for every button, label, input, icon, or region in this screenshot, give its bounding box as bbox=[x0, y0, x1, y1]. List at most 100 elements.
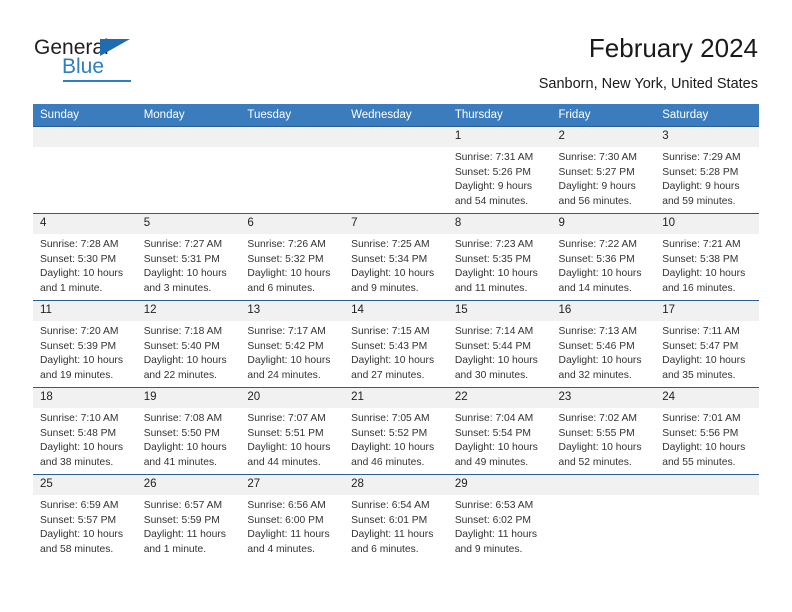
calendar-week-row: 1 Sunrise: 7:31 AM Sunset: 5:26 PM Daylight… bbox=[33, 126, 759, 214]
calendar-day-cell[interactable]: 21 Sunrise: 7:05 AM Sunset: 5:52 PM Dayligh… bbox=[344, 387, 448, 475]
sunrise-time: Sunrise: 7:13 AM bbox=[558, 326, 637, 337]
calendar-empty-cell bbox=[551, 474, 656, 561]
sunset-time: Sunset: 5:34 PM bbox=[351, 253, 428, 265]
daylight-duration: Daylight: 10 hours and 52 minutes. bbox=[558, 442, 642, 468]
day-details: Sunrise: 7:02 AM Sunset: 5:55 PM Daylight:… bbox=[552, 408, 656, 470]
day-number: 14 bbox=[344, 301, 448, 321]
sunrise-time: Sunrise: 7:20 AM bbox=[40, 326, 119, 337]
sunrise-time: Sunrise: 7:22 AM bbox=[558, 239, 637, 250]
calendar-body: 1 Sunrise: 7:31 AM Sunset: 5:26 PM Daylight… bbox=[33, 126, 759, 561]
calendar-day-cell[interactable]: 18 Sunrise: 7:10 AM Sunset: 5:48 PM Dayligh… bbox=[33, 387, 137, 475]
calendar-day-cell[interactable]: 14 Sunrise: 7:15 AM Sunset: 5:43 PM Dayligh… bbox=[344, 300, 448, 388]
daylight-duration: Daylight: 10 hours and 55 minutes. bbox=[662, 442, 746, 468]
daylight-duration: Daylight: 9 hours and 56 minutes. bbox=[558, 181, 636, 207]
calendar-day-cell[interactable]: 24 Sunrise: 7:01 AM Sunset: 5:56 PM Dayligh… bbox=[655, 387, 759, 475]
calendar-day-cell[interactable]: 17 Sunrise: 7:11 AM Sunset: 5:47 PM Dayligh… bbox=[655, 300, 759, 388]
general-blue-logo[interactable]: General Blue bbox=[34, 36, 234, 84]
day-number bbox=[655, 475, 759, 495]
sunrise-time: Sunrise: 7:17 AM bbox=[247, 326, 326, 337]
sunset-time: Sunset: 5:57 PM bbox=[40, 514, 117, 526]
daylight-duration: Daylight: 11 hours and 6 minutes. bbox=[351, 529, 434, 555]
day-number: 11 bbox=[33, 301, 137, 321]
calendar-day-cell[interactable]: 15 Sunrise: 7:14 AM Sunset: 5:44 PM Dayligh… bbox=[447, 300, 552, 388]
day-number: 5 bbox=[136, 214, 241, 234]
day-number: 28 bbox=[344, 475, 448, 495]
page-header: General Blue February 2024 Sanborn, New … bbox=[0, 0, 792, 100]
sunset-time: Sunset: 5:48 PM bbox=[40, 427, 117, 439]
day-details: Sunrise: 6:54 AM Sunset: 6:01 PM Daylight:… bbox=[344, 495, 448, 557]
daylight-duration: Daylight: 10 hours and 44 minutes. bbox=[247, 442, 331, 468]
daylight-duration: Daylight: 10 hours and 46 minutes. bbox=[351, 442, 435, 468]
daylight-duration: Daylight: 11 hours and 4 minutes. bbox=[247, 529, 330, 555]
calendar-day-cell[interactable]: 9 Sunrise: 7:22 AM Sunset: 5:36 PM Daylight… bbox=[551, 213, 656, 301]
day-number: 7 bbox=[344, 214, 448, 234]
calendar-day-cell[interactable]: 7 Sunrise: 7:25 AM Sunset: 5:34 PM Daylight… bbox=[344, 213, 448, 301]
day-details: Sunrise: 6:53 AM Sunset: 6:02 PM Daylight:… bbox=[448, 495, 552, 557]
sunrise-time: Sunrise: 7:29 AM bbox=[662, 152, 741, 163]
weekday-header-friday: Friday bbox=[551, 104, 656, 127]
day-number: 4 bbox=[33, 214, 137, 234]
day-details: Sunrise: 7:14 AM Sunset: 5:44 PM Daylight:… bbox=[448, 321, 552, 383]
calendar-day-cell[interactable]: 26 Sunrise: 6:57 AM Sunset: 5:59 PM Dayligh… bbox=[136, 474, 241, 561]
sunrise-time: Sunrise: 6:57 AM bbox=[143, 500, 223, 511]
calendar-week-row: 11 Sunrise: 7:20 AM Sunset: 5:39 PM Dayligh… bbox=[33, 300, 759, 388]
daylight-duration: Daylight: 10 hours and 3 minutes. bbox=[143, 268, 227, 294]
sunset-time: Sunset: 5:54 PM bbox=[454, 427, 531, 439]
calendar-day-cell[interactable]: 13 Sunrise: 7:17 AM Sunset: 5:42 PM Dayligh… bbox=[240, 300, 345, 388]
daylight-duration: Daylight: 10 hours and 9 minutes. bbox=[351, 268, 435, 294]
day-details: Sunrise: 7:18 AM Sunset: 5:40 PM Daylight:… bbox=[137, 321, 241, 383]
sunrise-time: Sunrise: 7:04 AM bbox=[454, 413, 534, 424]
sunrise-time: Sunrise: 7:02 AM bbox=[558, 413, 637, 424]
calendar-day-cell[interactable]: 23 Sunrise: 7:02 AM Sunset: 5:55 PM Dayligh… bbox=[551, 387, 656, 475]
sunrise-time: Sunrise: 7:21 AM bbox=[662, 239, 741, 250]
sunset-time: Sunset: 6:00 PM bbox=[247, 514, 324, 526]
daylight-duration: Daylight: 10 hours and 1 minute. bbox=[40, 268, 123, 294]
day-number: 24 bbox=[655, 388, 759, 408]
day-details: Sunrise: 7:01 AM Sunset: 5:56 PM Daylight:… bbox=[655, 408, 759, 470]
sunset-time: Sunset: 5:36 PM bbox=[558, 253, 635, 265]
calendar-day-cell[interactable]: 20 Sunrise: 7:07 AM Sunset: 5:51 PM Dayligh… bbox=[240, 387, 345, 475]
calendar-day-cell[interactable]: 6 Sunrise: 7:26 AM Sunset: 5:32 PM Daylight… bbox=[240, 213, 345, 301]
calendar-day-cell[interactable]: 27 Sunrise: 6:56 AM Sunset: 6:00 PM Dayligh… bbox=[240, 474, 345, 561]
sunrise-time: Sunrise: 7:18 AM bbox=[143, 326, 223, 337]
calendar-day-cell[interactable]: 5 Sunrise: 7:27 AM Sunset: 5:31 PM Daylight… bbox=[136, 213, 241, 301]
daylight-duration: Daylight: 10 hours and 6 minutes. bbox=[247, 268, 331, 294]
sunset-time: Sunset: 5:55 PM bbox=[558, 427, 635, 439]
calendar-empty-cell bbox=[344, 126, 448, 214]
daylight-duration: Daylight: 10 hours and 22 minutes. bbox=[143, 355, 227, 381]
sunrise-time: Sunrise: 7:10 AM bbox=[40, 413, 119, 424]
day-number bbox=[551, 475, 656, 495]
day-details: Sunrise: 7:17 AM Sunset: 5:42 PM Daylight:… bbox=[240, 321, 344, 383]
page-location: Sanborn, New York, United States bbox=[538, 76, 758, 92]
calendar-day-cell[interactable]: 16 Sunrise: 7:13 AM Sunset: 5:46 PM Dayligh… bbox=[551, 300, 656, 388]
weekday-header-tuesday: Tuesday bbox=[240, 104, 345, 127]
sunrise-time: Sunrise: 7:08 AM bbox=[143, 413, 223, 424]
calendar-day-cell[interactable]: 10 Sunrise: 7:21 AM Sunset: 5:38 PM Dayligh… bbox=[655, 213, 759, 301]
sunrise-time: Sunrise: 7:05 AM bbox=[351, 413, 430, 424]
sunset-time: Sunset: 5:52 PM bbox=[351, 427, 428, 439]
calendar-day-cell[interactable]: 4 Sunrise: 7:28 AM Sunset: 5:30 PM Daylight… bbox=[33, 213, 137, 301]
day-details: Sunrise: 7:11 AM Sunset: 5:47 PM Daylight:… bbox=[655, 321, 759, 383]
calendar-day-cell[interactable]: 8 Sunrise: 7:23 AM Sunset: 5:35 PM Daylight… bbox=[447, 213, 552, 301]
calendar-day-cell[interactable]: 11 Sunrise: 7:20 AM Sunset: 5:39 PM Dayligh… bbox=[33, 300, 137, 388]
calendar-empty-cell bbox=[655, 474, 759, 561]
weekday-header-wednesday: Wednesday bbox=[344, 104, 448, 127]
sunrise-time: Sunrise: 7:31 AM bbox=[454, 152, 534, 163]
daylight-duration: Daylight: 11 hours and 9 minutes. bbox=[454, 529, 538, 555]
calendar-day-cell[interactable]: 25 Sunrise: 6:59 AM Sunset: 5:57 PM Dayligh… bbox=[33, 474, 137, 561]
calendar-day-cell[interactable]: 2 Sunrise: 7:30 AM Sunset: 5:27 PM Daylight… bbox=[551, 126, 656, 214]
day-number: 8 bbox=[447, 214, 552, 234]
calendar-day-cell[interactable]: 3 Sunrise: 7:29 AM Sunset: 5:28 PM Daylight… bbox=[655, 126, 759, 214]
calendar-week-row: 25 Sunrise: 6:59 AM Sunset: 5:57 PM Dayligh… bbox=[33, 474, 759, 561]
daylight-duration: Daylight: 10 hours and 16 minutes. bbox=[662, 268, 746, 294]
calendar-day-cell[interactable]: 22 Sunrise: 7:04 AM Sunset: 5:54 PM Dayligh… bbox=[447, 387, 552, 475]
calendar-day-cell[interactable]: 12 Sunrise: 7:18 AM Sunset: 5:40 PM Dayligh… bbox=[136, 300, 241, 388]
calendar-day-cell[interactable]: 19 Sunrise: 7:08 AM Sunset: 5:50 PM Dayligh… bbox=[136, 387, 241, 475]
day-number: 17 bbox=[655, 301, 759, 321]
calendar-day-cell[interactable]: 29 Sunrise: 6:53 AM Sunset: 6:02 PM Dayligh… bbox=[447, 474, 552, 561]
calendar-day-cell[interactable]: 28 Sunrise: 6:54 AM Sunset: 6:01 PM Dayligh… bbox=[344, 474, 448, 561]
day-details: Sunrise: 7:30 AM Sunset: 5:27 PM Daylight:… bbox=[552, 147, 656, 209]
daylight-duration: Daylight: 10 hours and 14 minutes. bbox=[558, 268, 642, 294]
day-number: 27 bbox=[240, 475, 345, 495]
calendar-day-cell[interactable]: 1 Sunrise: 7:31 AM Sunset: 5:26 PM Daylight… bbox=[447, 126, 552, 214]
